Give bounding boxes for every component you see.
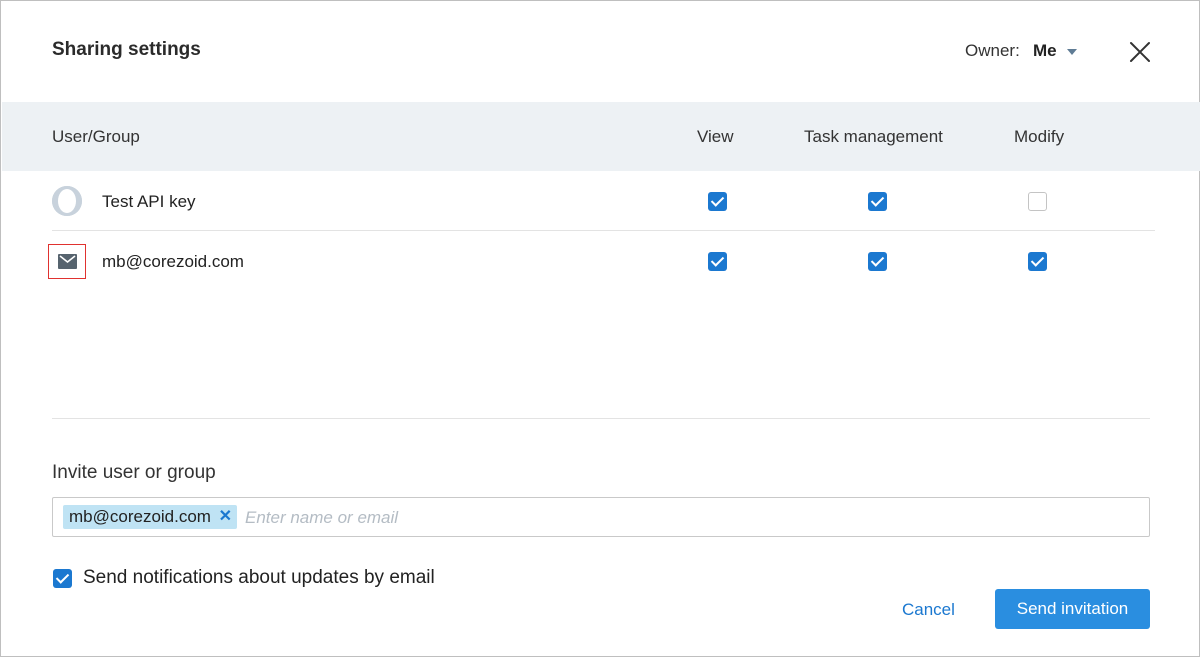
section-divider [52, 418, 1150, 419]
invite-input[interactable] [245, 506, 1125, 530]
row1-task-management-checkbox[interactable] [868, 192, 887, 211]
column-header-user-group: User/Group [52, 127, 140, 146]
row2-modify-checkbox[interactable] [1028, 252, 1047, 271]
remove-chip-icon[interactable]: ✕ [219, 505, 232, 529]
row-divider [52, 230, 1155, 231]
cancel-button[interactable]: Cancel [902, 600, 955, 620]
envelope-icon [58, 254, 77, 269]
column-header-task-management: Task management [804, 127, 943, 146]
user-avatar-icon [52, 186, 82, 216]
sharing-settings-dialog: Sharing settings Owner: Me User/Group Vi… [0, 0, 1200, 657]
notifications-checkbox[interactable] [53, 569, 72, 588]
owner-dropdown[interactable]: Me [1033, 41, 1057, 61]
invite-label: Invite user or group [52, 462, 216, 483]
column-header-view: View [697, 127, 734, 146]
row2-task-management-checkbox[interactable] [868, 252, 887, 271]
invite-chip: mb@corezoid.com ✕ [63, 505, 237, 529]
row2-view-checkbox[interactable] [708, 252, 727, 271]
caret-down-icon[interactable] [1067, 49, 1077, 55]
send-invitation-button[interactable]: Send invitation [995, 589, 1150, 629]
row1-modify-checkbox[interactable] [1028, 192, 1047, 211]
owner-label: Owner: [965, 41, 1020, 60]
column-header-modify: Modify [1014, 127, 1065, 146]
close-icon[interactable] [1128, 40, 1152, 64]
envelope-highlight [48, 244, 86, 279]
notifications-label[interactable]: Send notifications about updates by emai… [83, 567, 435, 589]
row-name-test-api-key: Test API key [102, 192, 196, 211]
invite-chip-label: mb@corezoid.com [69, 507, 211, 526]
invite-field[interactable]: mb@corezoid.com ✕ [52, 497, 1150, 537]
dialog-title: Sharing settings [52, 39, 201, 60]
row1-view-checkbox[interactable] [708, 192, 727, 211]
row-name-email: mb@corezoid.com [102, 252, 244, 271]
